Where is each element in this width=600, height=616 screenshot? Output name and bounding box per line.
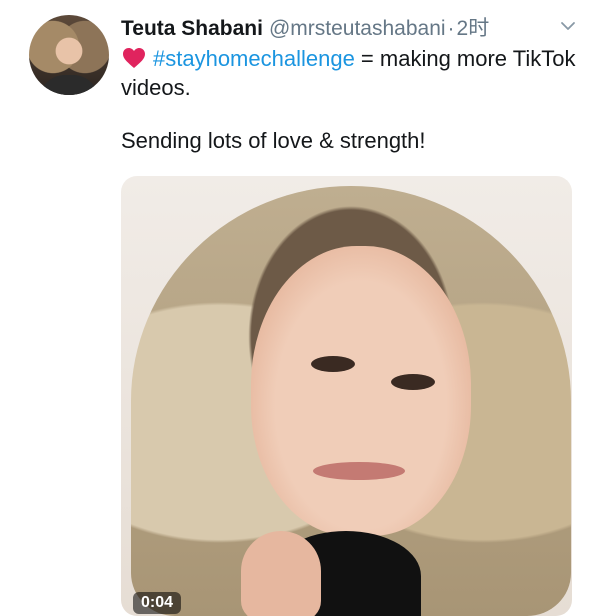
hashtag-link[interactable]: #stayhomechallenge — [153, 46, 355, 71]
video-subject-hand — [241, 531, 321, 616]
avatar-shirt — [39, 75, 99, 95]
separator-dot: · — [447, 17, 455, 40]
video-subject-face — [251, 246, 471, 536]
video-thumbnail[interactable]: 0:04 — [121, 176, 572, 616]
video-duration-badge: 0:04 — [133, 592, 182, 614]
avatar[interactable] — [29, 15, 109, 95]
heart-icon — [123, 48, 145, 68]
tweet[interactable]: Teuta Shabani @mrsteutashabani·2时 #stayho… — [0, 0, 600, 616]
tweet-text: #stayhomechallenge = making more TikTok … — [121, 44, 576, 155]
eye-left — [311, 356, 355, 372]
tweet-time[interactable]: 2时 — [457, 17, 490, 40]
author-name[interactable]: Teuta Shabani — [121, 17, 263, 40]
eye-right — [391, 374, 435, 390]
chevron-down-icon[interactable] — [560, 18, 576, 34]
tweet-line-2: Sending lots of love & strength! — [121, 128, 426, 153]
tweet-line-1: #stayhomechallenge = making more TikTok … — [121, 44, 576, 102]
tweet-header: Teuta Shabani @mrsteutashabani·2时 — [121, 12, 580, 42]
author-handle[interactable]: @mrsteutashabani — [269, 17, 446, 40]
mouth — [313, 462, 405, 480]
